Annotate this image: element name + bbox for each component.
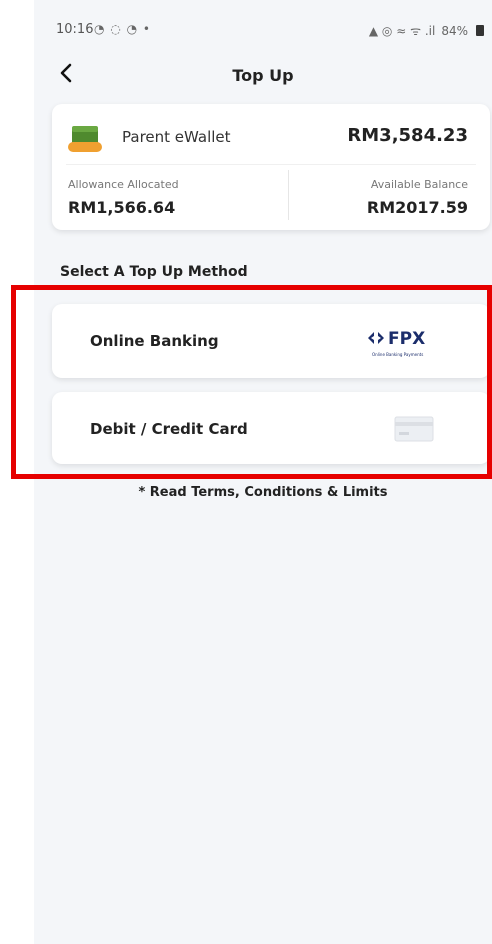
- terms-link-text[interactable]: * Read Terms, Conditions & Limits: [138, 485, 387, 500]
- app-header: Top Up: [34, 52, 492, 96]
- wallet-name: Parent eWallet: [122, 128, 231, 146]
- allowance-allocated-value: RM1,566.64: [68, 198, 176, 217]
- highlight-box: [11, 285, 492, 479]
- signal-icons: ▲ ◎ ≈ ᯤ .il: [368, 24, 436, 38]
- wallet-card: Parent eWallet RM3,584.23 Allowance Allo…: [52, 104, 490, 230]
- allowance-allocated-label: Allowance Allocated: [68, 178, 179, 191]
- page-title: Top Up: [232, 66, 294, 85]
- notification-icons: ◔ ◌ ◔ •: [94, 22, 151, 36]
- available-balance-value: RM2017.59: [366, 198, 468, 217]
- wallet-icon: [68, 126, 102, 152]
- section-title: Select A Top Up Method: [60, 264, 248, 280]
- terms-link[interactable]: * Read Terms, Conditions & Limits: [0, 485, 492, 500]
- status-bar: 10:16 ◔ ◌ ◔ • ▲ ◎ ≈ ᯤ .il 84%: [34, 0, 492, 46]
- status-time: 10:16: [56, 22, 94, 37]
- battery-percent: 84%: [441, 23, 468, 38]
- wallet-total-balance: RM3,584.23: [347, 125, 468, 146]
- available-balance-label: Available Balance: [370, 178, 468, 191]
- divider: [66, 164, 476, 165]
- divider: [288, 170, 289, 220]
- battery-icon: [476, 25, 484, 36]
- system-indicators: ▲ ◎ ≈ ᯤ .il 84%: [369, 22, 484, 39]
